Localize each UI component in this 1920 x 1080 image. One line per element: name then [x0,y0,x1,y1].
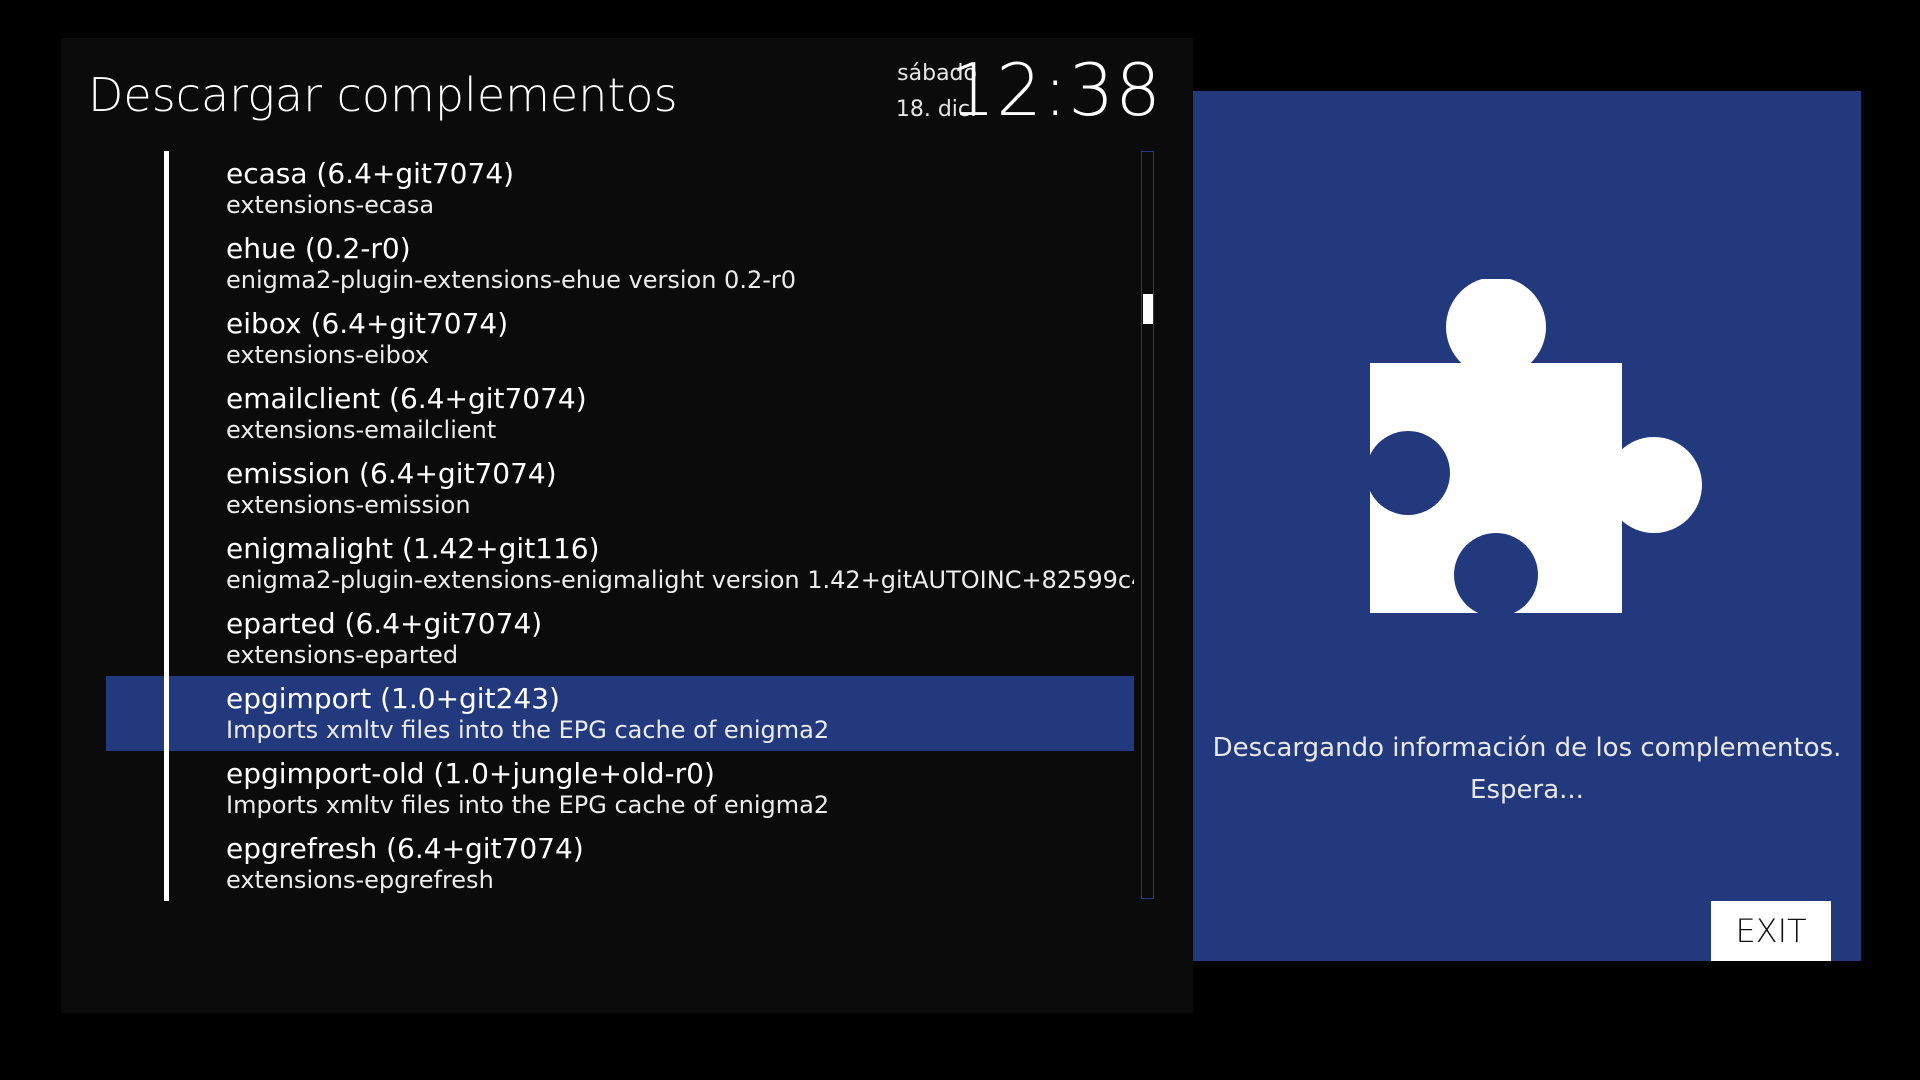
plugin-info-panel: Descargando información de los complemen… [1193,91,1861,961]
loading-message: Descargando información de los complemen… [1193,727,1861,811]
plugin-name: emission (6.4+git7074) [226,457,557,490]
scrollbar[interactable] [1141,151,1154,899]
plugin-description: Imports xmltv files into the EPG cache o… [226,791,830,819]
list-indent-line [164,151,169,901]
plugin-name: emailclient (6.4+git7074) [226,382,587,415]
plugin-description: extensions-eparted [226,641,459,669]
plugin-description: extensions-ecasa [226,191,435,219]
list-item[interactable]: enigmalight (1.42+git116) enigma2-plugin… [106,526,1134,601]
plugin-description: extensions-emission [226,491,471,519]
plugin-name: ecasa (6.4+git7074) [226,157,515,190]
plugin-description: extensions-emailclient [226,416,497,444]
plugin-description: enigma2-plugin-extensions-enigmalight ve… [226,566,1134,594]
plugin-name: ehue (0.2-r0) [226,232,411,265]
plugin-name: enigmalight (1.42+git116) [226,532,600,565]
plugin-name: epgrefresh (6.4+git7074) [226,832,584,865]
list-item[interactable]: epgimport-old (1.0+jungle+old-r0) Import… [106,751,1134,826]
list-item[interactable]: ehue (0.2-r0) enigma2-plugin-extensions-… [106,226,1134,301]
clock: 12:38 [949,48,1162,132]
plugin-name: eparted (6.4+git7074) [226,607,543,640]
plugin-name: eibox (6.4+git7074) [226,307,509,340]
loading-message-line1: Descargando información de los complemen… [1212,733,1842,763]
loading-message-line2: Espera... [1470,775,1584,805]
plugin-description: extensions-eibox [226,341,429,369]
page-title: Descargar complementos [88,68,678,122]
list-item[interactable]: eparted (6.4+git7074) extensions-eparted [106,601,1134,676]
puzzle-piece-icon [1368,279,1702,617]
scrollbar-thumb[interactable] [1143,294,1153,324]
list-item[interactable]: eibox (6.4+git7074) extensions-eibox [106,301,1134,376]
list-item[interactable]: emailclient (6.4+git7074) extensions-ema… [106,376,1134,451]
list-item[interactable]: ecasa (6.4+git7074) extensions-ecasa [106,151,1134,226]
list-item-selected[interactable]: epgimport (1.0+git243) Imports xmltv fil… [106,676,1134,751]
plugin-description: enigma2-plugin-extensions-ehue version 0… [226,266,797,294]
main-panel: Descargar complementos sábado 18. dic. 1… [61,38,1193,1013]
list-item[interactable]: epgrefresh (6.4+git7074) extensions-epgr… [106,826,1134,901]
plugin-name: epgimport (1.0+git243) [226,682,560,715]
plugin-description: Imports xmltv files into the EPG cache o… [226,716,830,744]
list-item[interactable]: emission (6.4+git7074) extensions-emissi… [106,451,1134,526]
exit-button[interactable]: EXIT [1711,901,1831,961]
plugin-name: epgimport-old (1.0+jungle+old-r0) [226,757,715,790]
plugin-description: extensions-epgrefresh [226,866,494,894]
plugin-list[interactable]: ecasa (6.4+git7074) extensions-ecasa ehu… [106,151,1134,901]
